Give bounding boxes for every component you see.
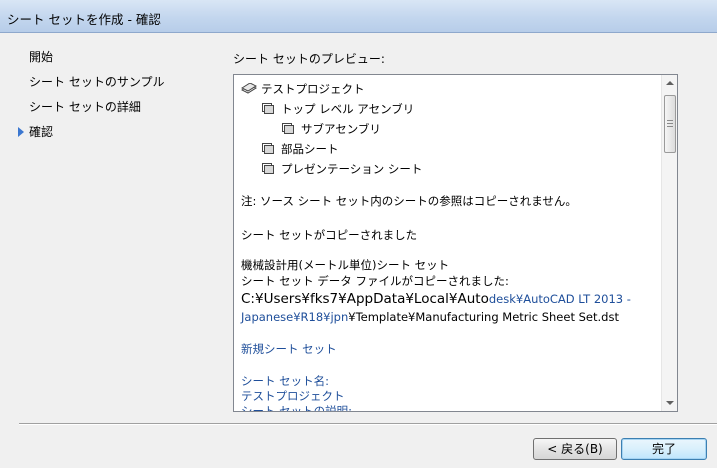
copied-from-label: シート セット データ ファイルがコピーされました: bbox=[241, 274, 509, 288]
preview-label: シート セットのプレビュー: bbox=[233, 52, 385, 66]
nav-item-sample[interactable]: シート セットのサンプル bbox=[29, 72, 164, 92]
scroll-up-arrow-icon[interactable] bbox=[662, 75, 677, 91]
scroll-down-arrow-icon[interactable] bbox=[662, 395, 677, 411]
tree-node-label: サブアセンブリ bbox=[301, 122, 381, 136]
tree-node-label: プレゼンテーション シート bbox=[281, 162, 423, 176]
tree-node-label: トップ レベル アセンブリ bbox=[281, 102, 415, 116]
source-path-line2: Japanese¥R18¥jpn¥Template¥Manufacturing … bbox=[241, 309, 619, 325]
vertical-scrollbar[interactable] bbox=[661, 75, 677, 411]
source-name: 機械設計用(メートル単位)シート セット bbox=[241, 258, 450, 272]
path-text: Japanese¥R18¥jpn bbox=[241, 310, 349, 324]
nav-item-confirm[interactable]: 確認 bbox=[18, 122, 54, 142]
subset-icon bbox=[262, 163, 274, 174]
copied-message: シート セットがコピーされました bbox=[241, 228, 418, 242]
tree-node-label: テストプロジェクト bbox=[261, 82, 365, 96]
tree-node-label: 部品シート bbox=[281, 142, 339, 156]
description-label: シート セットの説明: bbox=[241, 404, 353, 411]
scroll-thumb[interactable] bbox=[664, 95, 676, 153]
grip-line bbox=[667, 120, 673, 121]
preview-content: テストプロジェクト トップ レベル アセンブリ サブアセンブリ 部品シート プレ… bbox=[234, 75, 662, 411]
path-text: desk¥AutoCAD LT 2013 - bbox=[488, 292, 631, 306]
wizard-steps-nav: 開始 シート セットのサンプル シート セットの詳細 確認 bbox=[0, 33, 215, 423]
footer-divider bbox=[19, 423, 717, 425]
nav-item-details[interactable]: シート セットの詳細 bbox=[29, 97, 141, 117]
subset-icon bbox=[282, 123, 294, 134]
path-text: ¥Template¥Manufacturing Metric Sheet Set… bbox=[348, 310, 619, 324]
window-title: シート セットを作成 - 確認 bbox=[7, 12, 161, 27]
nav-item-confirm-label: 確認 bbox=[29, 125, 54, 139]
name-label: シート セット名: bbox=[241, 374, 330, 388]
subset-icon bbox=[262, 143, 274, 154]
sheet-set-icon bbox=[241, 83, 257, 94]
new-set-heading: 新規シート セット bbox=[241, 342, 337, 356]
current-step-arrow-icon bbox=[18, 127, 24, 137]
source-path-line1: C:¥Users¥fks7¥AppData¥Local¥Autodesk¥Aut… bbox=[241, 290, 631, 308]
finish-button[interactable]: 完了 bbox=[621, 438, 707, 460]
grip-line bbox=[667, 126, 673, 127]
note-text: 注: ソース シート セット内のシートの参照はコピーされません。 bbox=[241, 194, 577, 208]
back-button[interactable]: < 戻る(B) bbox=[533, 438, 617, 460]
grip-line bbox=[667, 123, 673, 124]
title-bar: シート セットを作成 - 確認 bbox=[0, 0, 717, 33]
preview-panel[interactable]: テストプロジェクト トップ レベル アセンブリ サブアセンブリ 部品シート プレ… bbox=[233, 74, 678, 412]
path-text: C:¥Users¥fks7¥AppData¥Local¥Auto bbox=[241, 291, 489, 307]
name-value: テストプロジェクト bbox=[241, 389, 345, 403]
subset-icon bbox=[262, 103, 274, 114]
nav-item-start[interactable]: 開始 bbox=[29, 47, 53, 67]
